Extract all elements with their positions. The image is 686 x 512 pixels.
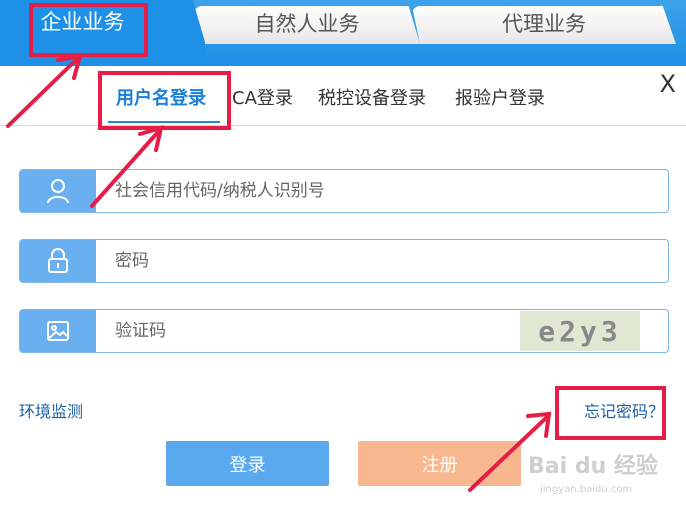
captcha-image[interactable]: e2y3 (520, 311, 640, 351)
close-button[interactable]: X (660, 70, 676, 98)
account-input[interactable] (115, 170, 535, 212)
captcha-input[interactable] (115, 310, 495, 352)
login-button[interactable]: 登录 (166, 441, 329, 486)
image-icon (20, 310, 96, 352)
password-input[interactable] (115, 240, 535, 282)
subtab-inspection-login[interactable]: 报验户登录 (455, 84, 545, 110)
tab-agent[interactable]: 代理业务 (412, 6, 676, 44)
annotation-box-forgot-password (555, 386, 666, 440)
environment-check-link[interactable]: 环境监测 (19, 398, 83, 422)
captcha-row: e2y3 (19, 309, 669, 353)
user-icon (20, 170, 96, 212)
register-button[interactable]: 注册 (358, 441, 521, 486)
annotation-arrowhead-3 (526, 411, 552, 438)
subtab-tax-device-login[interactable]: 税控设备登录 (318, 84, 426, 110)
tab-natural-person[interactable]: 自然人业务 (194, 6, 420, 44)
subtab-ca-login[interactable]: CA登录 (232, 84, 293, 110)
watermark-url: jingyan.baidu.com (540, 484, 633, 495)
password-row (19, 239, 669, 283)
annotation-arrowhead-2 (138, 125, 164, 152)
watermark-logo: Bai du 经验 (528, 454, 658, 479)
annotation-box-username-login (98, 71, 231, 130)
annotation-box-enterprise-tab (29, 3, 148, 57)
account-row (19, 169, 669, 213)
lock-icon (20, 240, 96, 282)
